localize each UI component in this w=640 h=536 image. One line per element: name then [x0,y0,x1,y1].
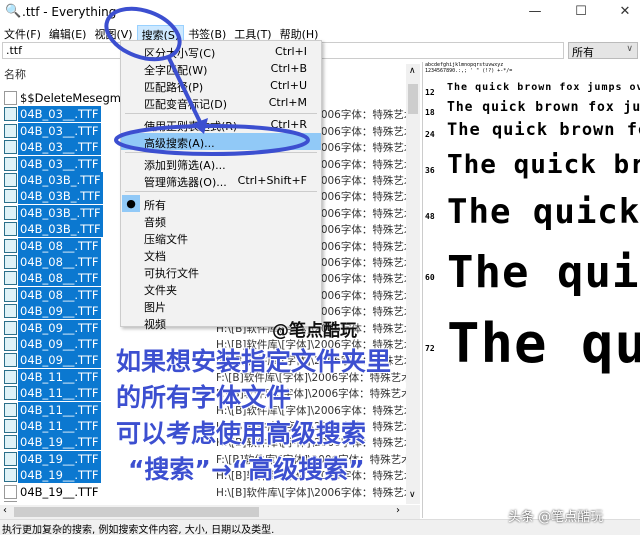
source-watermark: 头条 @笔点酷玩 [508,510,604,525]
annotation-line-3: 可以考虑使用高级搜索 [116,419,367,448]
annotation-line-2: 的所有字体文件 [116,383,292,412]
highlight-circle-advanced [114,124,310,156]
annotation-arrow [166,55,202,123]
watermark: @笔点酷玩 [272,321,357,341]
annotation-line-1: 如果想安装指定文件夹里 [116,347,392,376]
highlight-circle-menu [104,6,182,62]
annotation-line-4: “搜索”→“高级搜索” [128,455,365,484]
